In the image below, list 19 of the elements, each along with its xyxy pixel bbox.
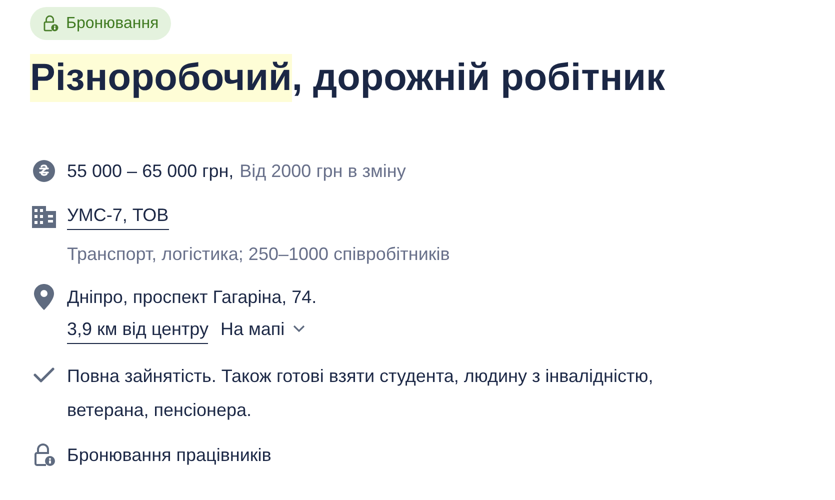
map-pin-icon xyxy=(34,284,54,310)
badge-label: Бронювання xyxy=(66,14,159,34)
shift-pay-note: Від 2000 грн в зміну xyxy=(240,160,406,183)
salary-range: 55 000 – 65 000 грн, xyxy=(67,160,234,183)
employment-info: Повна зайнятість. Також готові взяти студента, людину з інвалідністю, ветерана, пенсіонера. xyxy=(67,365,654,422)
map-toggle[interactable]: На мапі xyxy=(220,313,305,345)
address: Дніпро, проспект Гагаріна, 74. xyxy=(67,286,317,309)
distance-link[interactable]: 3,9 км від центру xyxy=(67,314,208,344)
chevron-down-icon xyxy=(292,325,305,333)
check-icon xyxy=(32,367,54,383)
lock-icon xyxy=(32,443,56,467)
lock-icon xyxy=(42,15,59,32)
reservation-info: Бронювання працівників xyxy=(67,444,272,467)
highlighted-title-word: Різноробочий xyxy=(30,54,292,102)
company-info: Транспорт, логістика; 250–1000 співробітників xyxy=(67,243,450,266)
company-link[interactable]: УМС-7, ТОВ xyxy=(67,201,169,230)
building-icon xyxy=(32,206,56,228)
job-title: , дорожній робітник xyxy=(292,56,666,101)
hryvnia-icon xyxy=(32,159,56,183)
